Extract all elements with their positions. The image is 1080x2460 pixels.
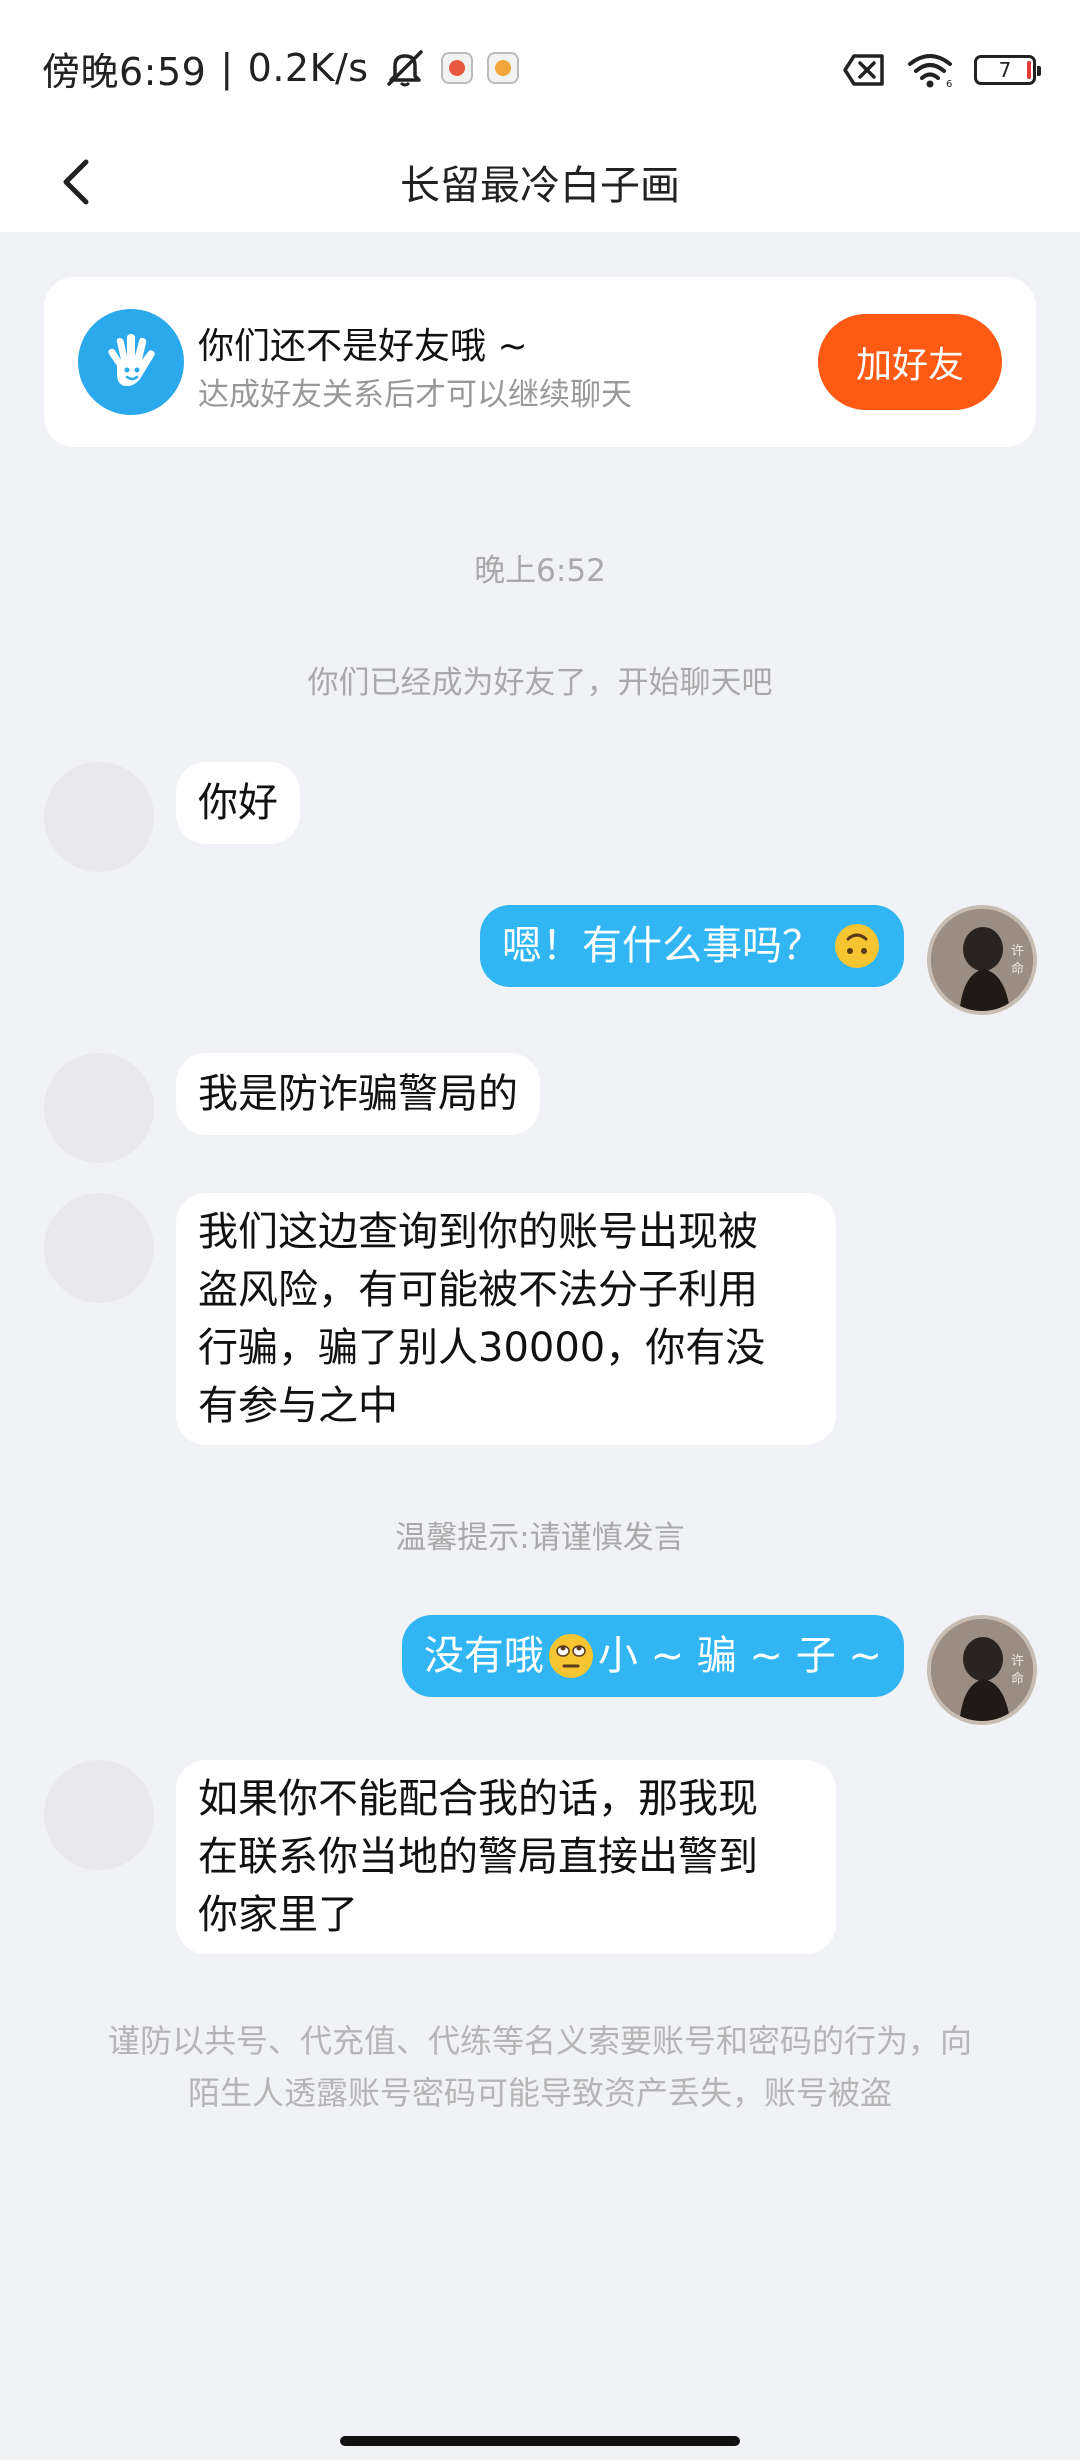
svg-text:命: 命 <box>1011 1671 1024 1687</box>
message-bubble[interactable]: 没有哦 小 ~ 骗 ~ 子 ~ <box>401 1615 904 1697</box>
battery-level: 7 <box>998 58 1012 82</box>
upside-down-face-emoji <box>832 921 882 971</box>
mute-icon <box>383 48 427 88</box>
message-line: 你家里了 <box>198 1892 358 1938</box>
svg-text:许: 许 <box>1011 1654 1024 1669</box>
message-line: 行骗，骗了别人30000，你有没 <box>198 1325 766 1371</box>
message-text: 小 ~ 骗 ~ 子 ~ <box>597 1633 882 1679</box>
warning-line: 谨防以共号、代充值、代练等名义索要账号和密码的行为，向 <box>107 2022 972 2060</box>
message-line: 有参与之中 <box>198 1383 398 1429</box>
page-title: 长留最冷白子画 <box>400 163 680 209</box>
message-bubble[interactable]: 如果你不能配合我的话，那我现 在联系你当地的警局直接出警到 你家里了 <box>176 1760 836 1954</box>
avatar[interactable] <box>44 1193 154 1303</box>
avatar[interactable] <box>44 1053 154 1163</box>
sim-x-icon <box>842 53 886 87</box>
home-indicator[interactable] <box>340 2436 740 2446</box>
battery-icon: 7 <box>974 55 1041 85</box>
message-bubble[interactable]: 我们这边查询到你的账号出现被 盗风险，有可能被不法分子利用 行骗，骗了别人300… <box>176 1193 836 1445</box>
friend-request-card: 你们还不是好友哦 ~ 达成好友关系后才可以继续聊天 加好友 <box>44 277 1036 447</box>
avatar[interactable] <box>44 762 154 872</box>
my-avatar[interactable]: 许 命 <box>927 905 1037 1015</box>
message-line: 盗风险，有可能被不法分子利用 <box>198 1267 758 1313</box>
message-bubble[interactable]: 我是防诈骗警局的 <box>176 1053 540 1135</box>
status-time: 傍晚6:59 <box>42 49 207 94</box>
chat-screen: 傍晚6:59 | 0.2K/s 6 7 长留最冷白子画 你们还不是好友哦 ~ 达… <box>0 0 1080 2460</box>
status-right: 6 7 <box>842 48 1041 92</box>
chat-timestamp: 晚上6:52 <box>474 553 606 589</box>
status-bar: 傍晚6:59 | 0.2K/s 6 7 <box>0 0 1080 132</box>
app-badge-icon <box>486 52 519 84</box>
message-line: 在联系你当地的警局直接出警到 <box>198 1834 758 1880</box>
message-line: 如果你不能配合我的话，那我现 <box>198 1776 758 1822</box>
eye-roll-emoji <box>546 1631 596 1681</box>
wifi-icon: 6 <box>906 52 954 88</box>
caution-tip: 温馨提示:请谨慎发言 <box>395 1520 685 1556</box>
svg-text:命: 命 <box>1011 961 1024 977</box>
avatar[interactable] <box>44 1760 154 1870</box>
message-text: 我是防诈骗警局的 <box>198 1071 518 1117</box>
message-text: 嗯！有什么事吗？ <box>502 923 822 969</box>
message-line: 我们这边查询到你的账号出现被 <box>198 1209 758 1255</box>
wave-hand-icon <box>78 309 184 415</box>
message-bubble[interactable]: 你好 <box>176 762 300 844</box>
svg-text:6: 6 <box>946 79 952 88</box>
friend-card-subtitle: 达成好友关系后才可以继续聊天 <box>198 377 632 413</box>
add-friend-button[interactable]: 加好友 <box>818 314 1002 410</box>
svg-text:许: 许 <box>1011 944 1024 959</box>
status-separator: | <box>220 46 234 90</box>
status-left: 傍晚6:59 | 0.2K/s <box>42 44 519 94</box>
message-bubble[interactable]: 嗯！有什么事吗？ <box>480 905 904 987</box>
friend-card-title: 你们还不是好友哦 ~ <box>198 326 528 367</box>
network-speed: 0.2K/s <box>247 46 369 90</box>
security-warning: 谨防以共号、代充值、代练等名义索要账号和密码的行为，向 陌生人透露账号密码可能导… <box>90 2015 990 2119</box>
message-text: 没有哦 <box>423 1633 544 1679</box>
app-badge-icon <box>440 52 473 84</box>
title-bar: 长留最冷白子画 <box>0 132 1080 232</box>
warning-line: 陌生人透露账号密码可能导致资产丢失，账号被盗 <box>187 2074 892 2112</box>
my-avatar[interactable]: 许 命 <box>927 1615 1037 1725</box>
message-text: 你好 <box>198 780 278 826</box>
system-note: 你们已经成为好友了，开始聊天吧 <box>307 665 773 701</box>
